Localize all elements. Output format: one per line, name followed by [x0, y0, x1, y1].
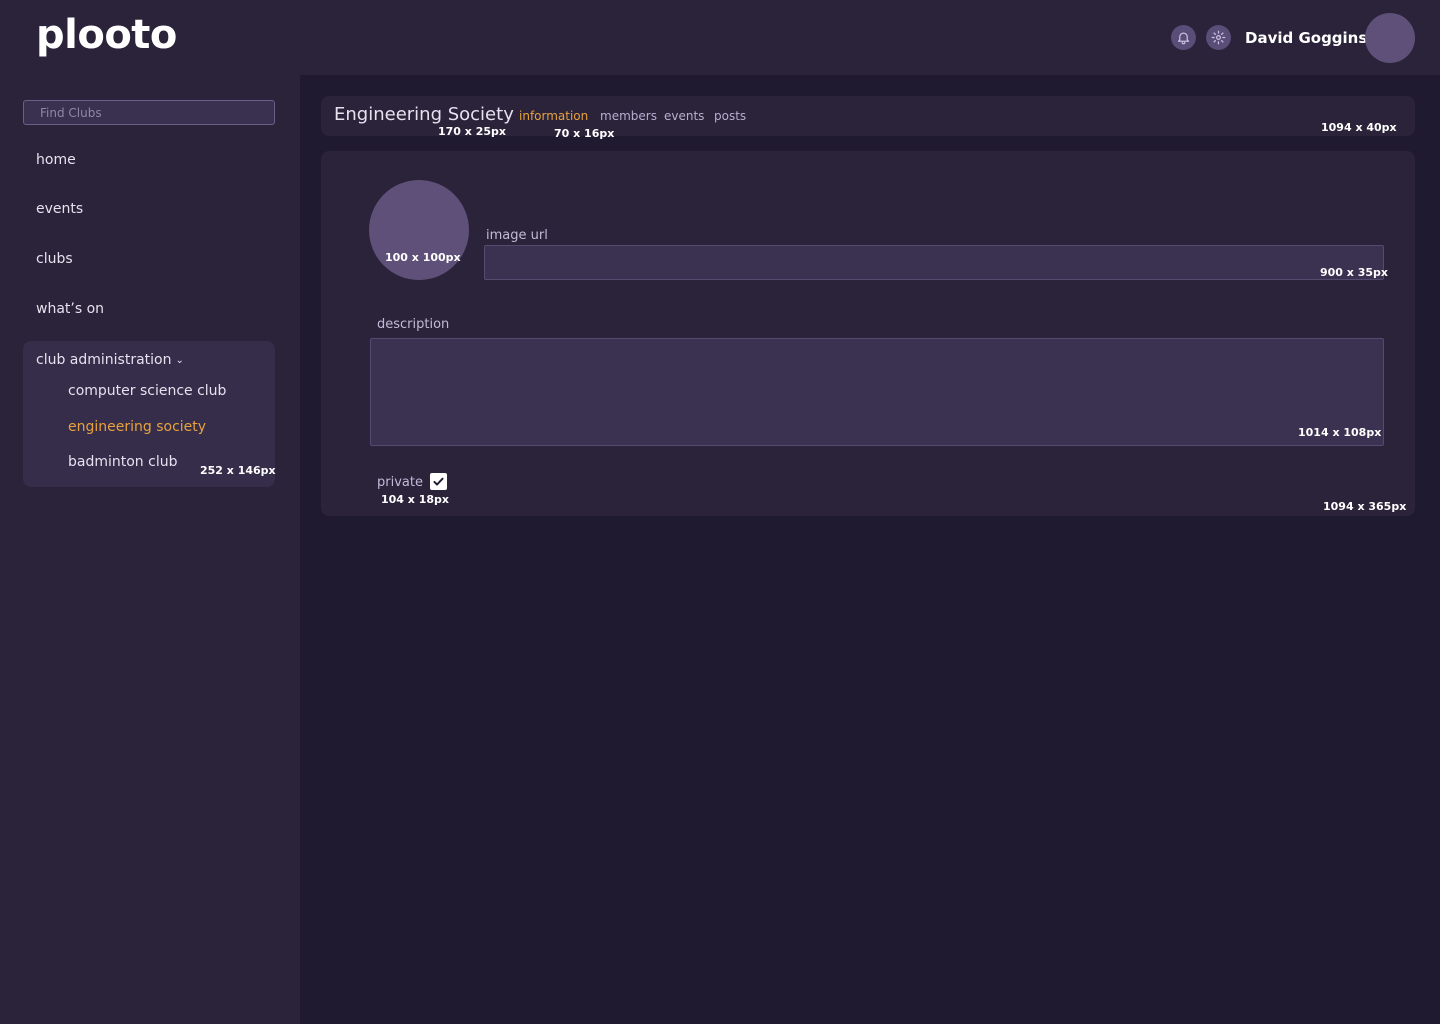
gear-icon[interactable] [1206, 25, 1231, 50]
club-administration-toggle[interactable]: club administration ⌄ [36, 352, 184, 368]
tab-members[interactable]: members [600, 109, 657, 123]
size-annotation: 1094 x 365px [1323, 500, 1407, 513]
size-annotation: 900 x 35px [1320, 266, 1388, 279]
avatar[interactable] [1365, 13, 1415, 63]
description-field[interactable] [370, 338, 1384, 446]
size-annotation: 1094 x 40px [1321, 121, 1397, 134]
club-header-bar: Engineering Society 170 x 25px informati… [321, 96, 1415, 140]
tab-posts[interactable]: posts [714, 109, 746, 123]
search-input[interactable] [23, 100, 275, 125]
private-checkbox[interactable] [430, 473, 447, 490]
size-annotation: 252 x 146px [200, 464, 276, 477]
tab-events[interactable]: events [664, 109, 704, 123]
top-header: plooto David Goggins [0, 0, 1440, 75]
private-label: private [377, 475, 423, 490]
admin-club-computer-science[interactable]: computer science club [68, 383, 226, 399]
size-annotation: 70 x 16px [554, 127, 615, 140]
logo[interactable]: plooto [36, 12, 177, 58]
description-label: description [377, 317, 450, 332]
admin-club-badminton[interactable]: badminton club [68, 454, 177, 470]
image-url-label: image url [486, 228, 548, 243]
user-name[interactable]: David Goggins [1245, 29, 1367, 47]
club-administration-panel: club administration ⌄ computer science c… [23, 341, 276, 487]
sidebar: home events clubs what’s on club adminis… [0, 75, 300, 1024]
tab-information[interactable]: information [519, 109, 588, 123]
admin-club-engineering-society[interactable]: engineering society [68, 419, 206, 435]
bell-icon[interactable] [1171, 25, 1196, 50]
size-annotation: 100 x 100px [385, 251, 461, 264]
sidebar-item-whats-on[interactable]: what’s on [36, 301, 104, 317]
sidebar-item-clubs[interactable]: clubs [36, 251, 73, 267]
page-title: Engineering Society [334, 104, 514, 125]
image-url-field[interactable] [484, 245, 1384, 280]
club-administration-label: club administration [36, 352, 172, 368]
sidebar-item-home[interactable]: home [36, 152, 76, 168]
club-information-card: 100 x 100px image url 900 x 35px descrip… [321, 151, 1415, 516]
sidebar-item-events[interactable]: events [36, 201, 83, 217]
club-image[interactable] [369, 180, 469, 280]
check-icon [433, 477, 444, 486]
chevron-down-icon: ⌄ [175, 354, 184, 366]
size-annotation: 1014 x 108px [1298, 426, 1382, 439]
size-annotation: 104 x 18px [381, 493, 449, 506]
size-annotation: 170 x 25px [438, 125, 506, 138]
